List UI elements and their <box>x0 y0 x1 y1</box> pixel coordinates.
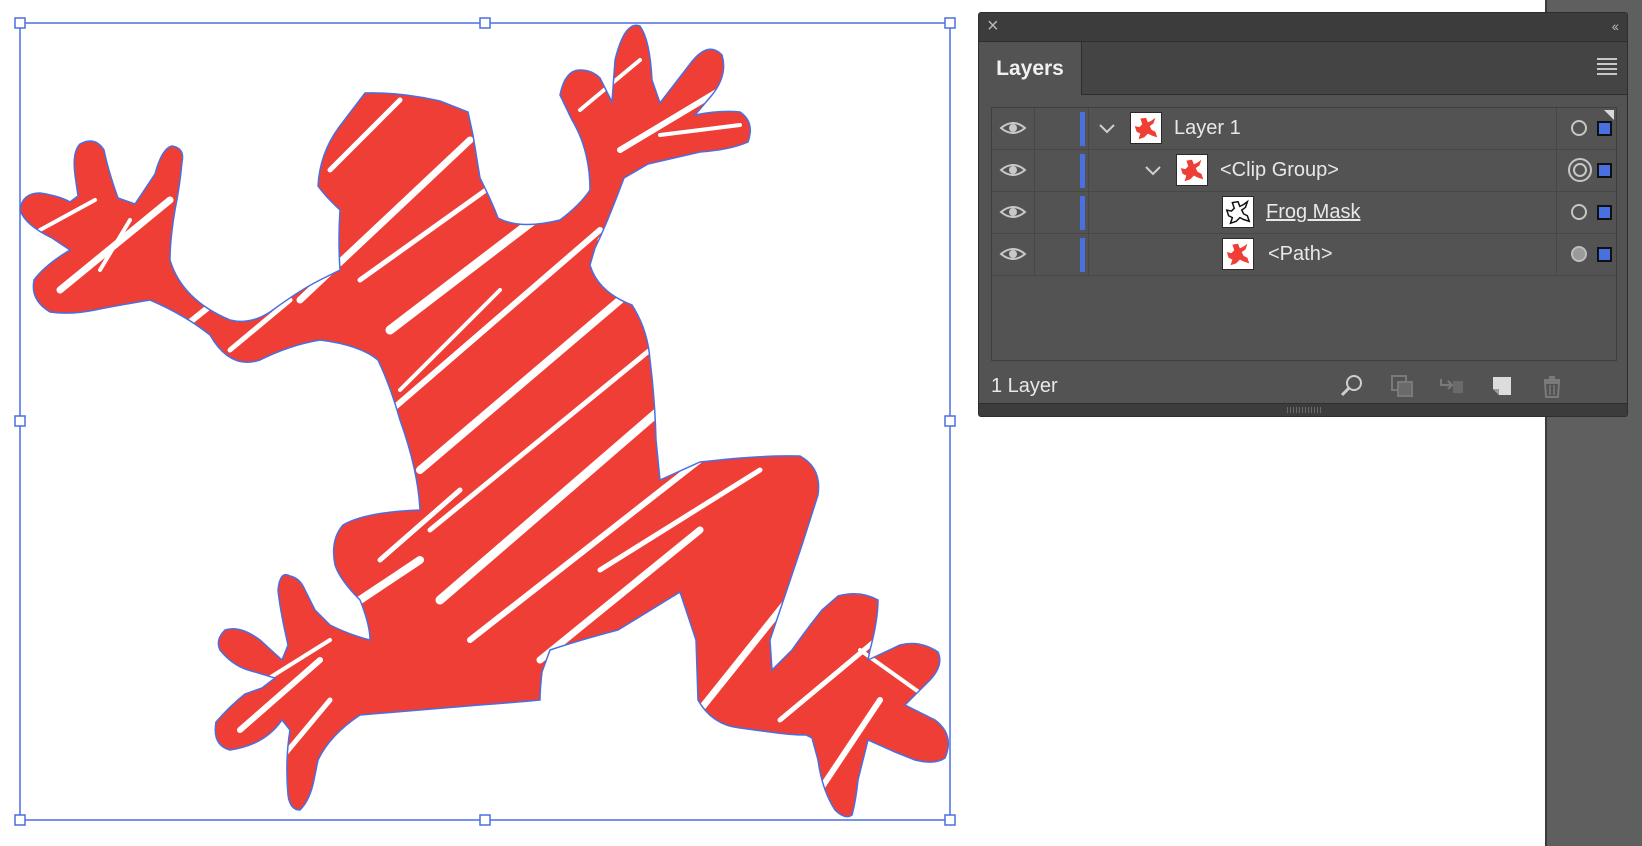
move-to-layer-icon[interactable] <box>1439 373 1465 399</box>
resize-handle-top-left[interactable] <box>14 17 26 29</box>
new-layer-icon[interactable] <box>1489 373 1515 399</box>
delete-icon[interactable] <box>1539 373 1565 399</box>
column-divider <box>1556 150 1557 191</box>
lock-column[interactable] <box>1034 150 1035 191</box>
resize-handle-middle-left[interactable] <box>14 415 26 427</box>
chevron-down-icon[interactable] <box>1144 164 1162 178</box>
resize-handle-top-right[interactable] <box>944 17 956 29</box>
layer-row-frog-mask[interactable]: Frog Mask <box>992 192 1616 234</box>
visibility-eye-icon[interactable] <box>999 160 1027 180</box>
layer-row-clip-group[interactable]: <Clip Group> <box>992 150 1616 192</box>
layer-name[interactable]: <Path> <box>1268 243 1333 266</box>
mask-thumbnail <box>1222 196 1254 228</box>
selected-art-corner-icon <box>1604 110 1614 120</box>
close-icon[interactable]: × <box>987 16 999 36</box>
column-divider <box>1556 192 1557 233</box>
panel-resize-bar <box>979 403 1627 416</box>
column-divider <box>1088 108 1089 149</box>
target-circle-icon[interactable] <box>1571 120 1587 136</box>
resize-handle-top-center[interactable] <box>479 17 491 29</box>
column-divider <box>1556 234 1557 275</box>
layers-list: Layer 1 <Clip Group> Frog Mask <Path> <box>991 107 1617 361</box>
layer-name[interactable]: <Clip Group> <box>1220 159 1339 182</box>
resize-handle-bottom-left[interactable] <box>14 814 26 826</box>
visibility-eye-icon[interactable] <box>999 202 1027 222</box>
frog-thumbnail <box>1176 154 1208 186</box>
layers-panel: × ‹‹ Layers Layer 1 <Clip Group> Frog Ma… <box>978 12 1628 417</box>
layer-color-indicator <box>1080 238 1085 272</box>
layer-row-path[interactable]: <Path> <box>992 234 1616 276</box>
column-divider <box>1556 108 1557 149</box>
resize-grip-icon[interactable] <box>1287 407 1323 413</box>
lock-column[interactable] <box>1034 192 1035 233</box>
tab-layers[interactable]: Layers <box>979 42 1082 95</box>
layer-row-layer-1[interactable]: Layer 1 <box>992 108 1616 150</box>
visibility-eye-icon[interactable] <box>999 118 1027 138</box>
selection-indicator[interactable] <box>1597 121 1612 136</box>
column-divider <box>1088 150 1089 191</box>
column-divider <box>1088 192 1089 233</box>
layer-color-indicator <box>1080 196 1085 230</box>
panel-tabbar: Layers <box>979 42 1627 95</box>
resize-handle-middle-right[interactable] <box>944 415 956 427</box>
lock-column[interactable] <box>1034 108 1035 149</box>
layer-count: 1 Layer <box>991 375 1058 397</box>
locate-object-icon[interactable] <box>1339 373 1365 399</box>
panel-footer: 1 Layer <box>979 365 1627 405</box>
panel-titlebar[interactable]: × ‹‹ <box>979 13 1627 42</box>
target-double-circle-icon[interactable] <box>1568 158 1592 182</box>
lock-column[interactable] <box>1034 234 1035 275</box>
make-clipping-mask-icon[interactable] <box>1389 373 1415 399</box>
chevron-down-icon[interactable] <box>1098 122 1116 136</box>
frog-thumbnail <box>1130 112 1162 144</box>
panel-menu-icon[interactable] <box>1597 58 1617 78</box>
layer-color-indicator <box>1080 112 1085 146</box>
selection-indicator[interactable] <box>1597 163 1612 178</box>
resize-handle-bottom-right[interactable] <box>944 814 956 826</box>
frog-thumbnail <box>1222 238 1254 270</box>
target-circle-icon[interactable] <box>1571 204 1587 220</box>
visibility-eye-icon[interactable] <box>999 244 1027 264</box>
collapse-panel-icon[interactable]: ‹‹ <box>1612 18 1619 34</box>
resize-handle-bottom-center[interactable] <box>479 814 491 826</box>
column-divider <box>1088 234 1089 275</box>
layer-name[interactable]: Frog Mask <box>1266 201 1360 224</box>
layer-color-indicator <box>1080 154 1085 188</box>
layer-name[interactable]: Layer 1 <box>1174 117 1241 140</box>
selection-indicator[interactable] <box>1597 205 1612 220</box>
target-filled-circle-icon[interactable] <box>1571 246 1587 262</box>
selection-indicator[interactable] <box>1597 247 1612 262</box>
